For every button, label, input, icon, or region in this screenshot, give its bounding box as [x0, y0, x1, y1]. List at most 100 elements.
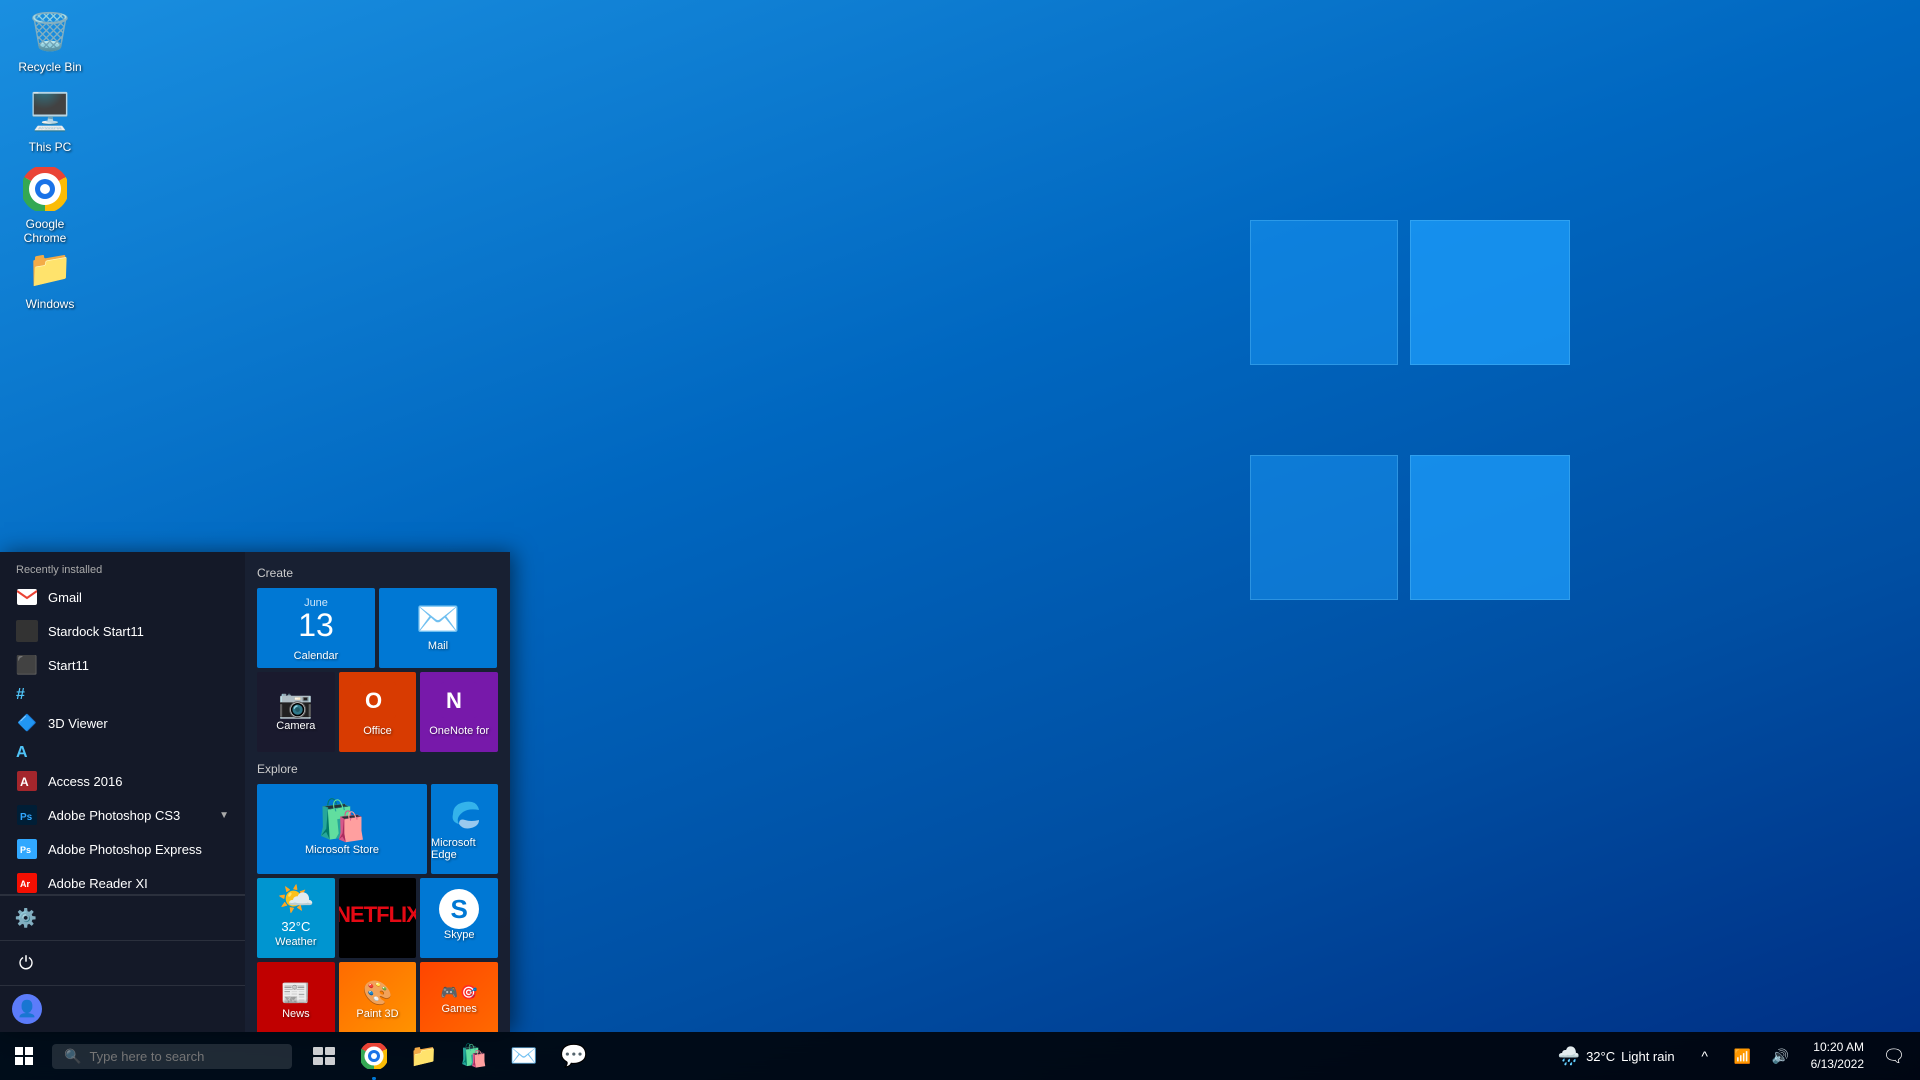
- access-label: Access 2016: [48, 774, 229, 789]
- create-section-label: Create: [257, 566, 498, 580]
- tiles-row-4: 🌤️ 32°C Weather NETFLIX S Skype: [257, 878, 498, 958]
- app-item-stardock-start11[interactable]: Stardock Start11: [0, 614, 245, 648]
- clock-date: 6/13/2022: [1811, 1056, 1864, 1073]
- windows-start-icon: [15, 1047, 33, 1065]
- weather-tray-temp: 32°C: [1586, 1049, 1615, 1064]
- adobe-ps-express-label: Adobe Photoshop Express: [48, 842, 229, 857]
- taskbar-file-explorer[interactable]: 📁: [400, 1032, 448, 1080]
- netflix-tile-icon: NETFLIX: [339, 902, 417, 928]
- app-item-adobe-reader[interactable]: Ar Adobe Reader XI: [0, 866, 245, 894]
- tiles-row-1: June 13 Calendar ✉️ Mail: [257, 588, 498, 668]
- app-item-adobe-ps-cs3[interactable]: Ps Adobe Photoshop CS3 ▼: [0, 798, 245, 832]
- app-item-start11[interactable]: ⬛ Start11: [0, 648, 245, 682]
- taskbar-chrome[interactable]: [350, 1032, 398, 1080]
- paint3d-tile-icon: 🎨: [363, 979, 393, 1008]
- stardock-icon: [16, 620, 38, 642]
- weather-tray-icon: 🌧️: [1558, 1046, 1580, 1067]
- tile-netflix[interactable]: NETFLIX: [339, 878, 417, 958]
- ms-edge-tile-label: Microsoft Edge: [431, 837, 498, 861]
- tile-mail[interactable]: ✉️ Mail: [379, 588, 497, 668]
- section-hash: #: [0, 682, 245, 706]
- tile-paint3d[interactable]: 🎨 Paint 3D: [339, 962, 417, 1032]
- tile-ms-store[interactable]: 🛍️ Microsoft Store: [257, 784, 427, 874]
- tile-ms-edge[interactable]: Microsoft Edge: [431, 784, 498, 874]
- clock-display[interactable]: 10:20 AM 6/13/2022: [1803, 1035, 1872, 1077]
- app-item-access2016[interactable]: A Access 2016: [0, 764, 245, 798]
- desktop-icon-this-pc[interactable]: 🖥️ This PC: [10, 88, 90, 154]
- user-account-button[interactable]: 👤: [0, 985, 245, 1032]
- explore-section-label: Explore: [257, 762, 498, 776]
- tile-office[interactable]: O Office: [339, 672, 417, 752]
- tray-expand-button[interactable]: ^: [1687, 1038, 1723, 1074]
- svg-text:N: N: [446, 688, 462, 713]
- camera-tile-label: Camera: [276, 720, 315, 732]
- weather-tray-condition: Light rain: [1621, 1049, 1674, 1064]
- app-list: Gmail Stardock Start11 ⬛ Start11 # 🔷 3D …: [0, 580, 245, 894]
- start-button[interactable]: [0, 1032, 48, 1080]
- tile-skype[interactable]: S Skype: [420, 878, 498, 958]
- taskbar-search-input[interactable]: [89, 1049, 269, 1064]
- tile-camera[interactable]: 📷 Camera: [257, 672, 335, 752]
- taskbar-weather[interactable]: 🌧️ 32°C Light rain: [1550, 1042, 1683, 1071]
- recycle-bin-label: Recycle Bin: [18, 60, 81, 74]
- adobe-ps-cs3-label: Adobe Photoshop CS3: [48, 808, 209, 823]
- recycle-bin-icon: 🗑️: [26, 8, 74, 56]
- notification-center-button[interactable]: 🗨: [1876, 1032, 1912, 1080]
- taskbar-ms-store[interactable]: 🛍️: [450, 1032, 498, 1080]
- ms-store-tile-icon: 🛍️: [317, 797, 367, 844]
- tile-onenote[interactable]: N OneNote for: [420, 672, 498, 752]
- this-pc-icon: 🖥️: [26, 88, 74, 136]
- notification-icon: 🗨: [1883, 1046, 1906, 1067]
- settings-button[interactable]: ⚙️: [0, 895, 245, 940]
- games-tile-label: Games: [441, 1003, 476, 1015]
- taskbar-discord[interactable]: 💬: [550, 1032, 598, 1080]
- app-item-gmail[interactable]: Gmail: [0, 580, 245, 614]
- app-item-3d-viewer[interactable]: 🔷 3D Viewer: [0, 706, 245, 740]
- system-tray: ^ 📶 🔊: [1687, 1038, 1799, 1074]
- mail-tile-label: Mail: [428, 640, 448, 652]
- ms-edge-tile-icon: [445, 792, 485, 837]
- taskbar-mail[interactable]: ✉️: [500, 1032, 548, 1080]
- taskbar-task-view[interactable]: [300, 1032, 348, 1080]
- onenote-tile-icon: N: [441, 682, 477, 725]
- calendar-day: 13: [298, 609, 334, 641]
- start-menu: Recently installed Gmail Stardock Start1…: [0, 552, 510, 1032]
- desktop-icon-windows[interactable]: 📁 Windows: [10, 245, 90, 311]
- settings-icon: ⚙️: [12, 904, 40, 932]
- 3d-viewer-icon: 🔷: [16, 712, 38, 734]
- weather-tile-temp: 32°C: [281, 919, 310, 934]
- start-menu-left-panel: Recently installed Gmail Stardock Start1…: [0, 552, 245, 1032]
- taskbar-right: 🌧️ 32°C Light rain ^ 📶 🔊 10:20 AM 6/13/2…: [1550, 1032, 1920, 1080]
- chrome-label: Google Chrome: [5, 217, 85, 245]
- access-icon: A: [16, 770, 38, 792]
- tray-network-icon[interactable]: 📶: [1725, 1038, 1761, 1074]
- start-menu-right-panel: Create June 13 Calendar ✉️ Mail 📷 Camera: [245, 552, 510, 1032]
- desktop-icon-chrome[interactable]: Google Chrome: [5, 165, 85, 245]
- taskbar-search[interactable]: 🔍: [52, 1044, 292, 1069]
- svg-text:Ps: Ps: [20, 845, 31, 855]
- taskbar: 🔍 📁: [0, 1032, 1920, 1080]
- tile-weather[interactable]: 🌤️ 32°C Weather: [257, 878, 335, 958]
- svg-text:Ps: Ps: [20, 812, 33, 823]
- power-button[interactable]: ⏻: [0, 940, 245, 985]
- tile-news[interactable]: 📰 News: [257, 962, 335, 1032]
- user-avatar: 👤: [12, 994, 42, 1024]
- adobe-ps-express-icon: Ps: [16, 838, 38, 860]
- svg-text:O: O: [365, 688, 382, 713]
- tile-calendar[interactable]: June 13 Calendar: [257, 588, 375, 668]
- ms-store-tile-label: Microsoft Store: [305, 844, 379, 856]
- tiles-row-3: 🛍️ Microsoft Store Microsoft Edge: [257, 784, 498, 874]
- mail-taskbar-icon: ✉️: [510, 1043, 537, 1069]
- desktop-icon-recycle-bin[interactable]: 🗑️ Recycle Bin: [10, 8, 90, 74]
- taskbar-pinned-apps: 📁 🛍️ ✉️ 💬: [300, 1032, 598, 1080]
- windows-logo-desktop: [1250, 220, 1570, 600]
- office-tile-icon: O: [360, 682, 396, 725]
- clock-time: 10:20 AM: [1813, 1039, 1864, 1056]
- volume-icon: 🔊: [1772, 1048, 1789, 1065]
- app-item-adobe-ps-express[interactable]: Ps Adobe Photoshop Express: [0, 832, 245, 866]
- tray-volume-icon[interactable]: 🔊: [1763, 1038, 1799, 1074]
- section-a: A: [0, 740, 245, 764]
- ms-store-taskbar-icon: 🛍️: [460, 1043, 487, 1069]
- paint3d-tile-label: Paint 3D: [356, 1008, 398, 1020]
- tile-games[interactable]: 🎮🎯 Games: [420, 962, 498, 1032]
